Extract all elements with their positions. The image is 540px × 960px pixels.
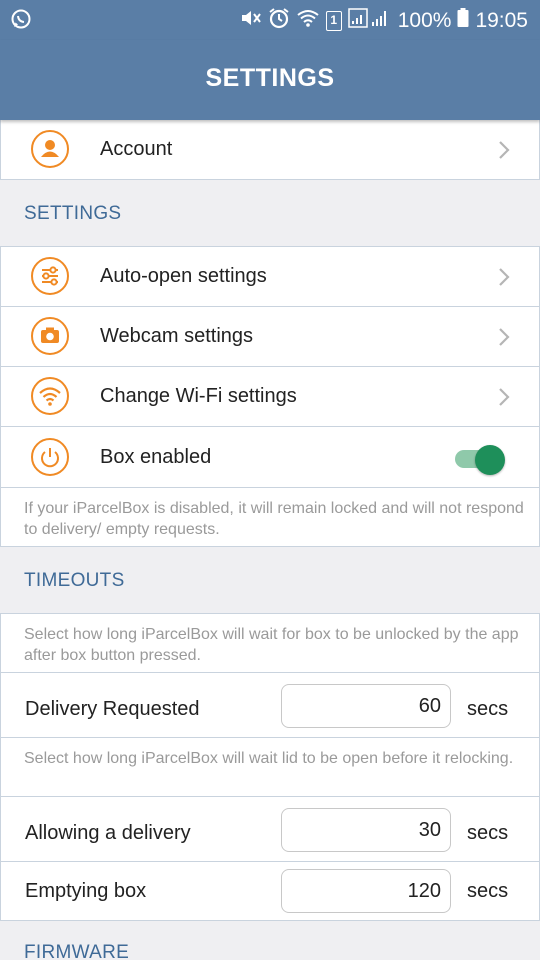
chevron-right-icon [499, 141, 510, 159]
box-enabled-hint-text: If your iParcelBox is disabled, it will … [24, 500, 524, 538]
power-icon [31, 438, 69, 476]
wifi-icon [296, 8, 320, 34]
delivery-requested-label: Delivery Requested [25, 698, 200, 720]
clock: 19:05 [475, 9, 528, 32]
wifi-settings-label: Change Wi-Fi settings [100, 385, 297, 407]
delivery-requested-unit: secs [467, 698, 509, 720]
box-enabled-label: Box enabled [100, 446, 212, 468]
whatsapp-icon [10, 8, 32, 35]
box-enabled-toggle[interactable] [455, 445, 507, 475]
webcam-settings-label: Webcam settings [100, 325, 254, 347]
timeout-hint-lid-text: Select how long iParcelBox will wait lid… [24, 750, 514, 767]
status-bar: 1 100% 19:05 [0, 0, 540, 40]
firmware-section-header: FIRMWARE [24, 942, 130, 960]
toggle-knob [475, 445, 505, 475]
chevron-right-icon [499, 328, 510, 346]
allowing-delivery-row: Allowing a delivery secs [0, 796, 540, 862]
sliders-icon [31, 257, 69, 295]
allowing-delivery-input[interactable] [281, 808, 451, 852]
chevron-right-icon [499, 388, 510, 406]
webcam-settings-row[interactable]: Webcam settings [0, 306, 540, 367]
account-row[interactable]: Account [0, 118, 540, 180]
emptying-box-row: Emptying box secs [0, 861, 540, 921]
box-enabled-row: Box enabled [0, 426, 540, 488]
timeouts-section-header: TIMEOUTS [24, 570, 125, 591]
timeout-hint-lid: Select how long iParcelBox will wait lid… [0, 737, 540, 797]
box-enabled-hint: If your iParcelBox is disabled, it will … [0, 487, 540, 547]
signal-icon [347, 8, 392, 34]
battery-icon [457, 8, 469, 34]
settings-section-header: SETTINGS [24, 203, 122, 224]
auto-open-settings-label: Auto-open settings [100, 265, 267, 287]
allowing-delivery-label: Allowing a delivery [25, 822, 191, 844]
person-icon [31, 130, 69, 168]
timeout-hint-unlock-text: Select how long iParcelBox will wait for… [24, 626, 519, 664]
app-bar: SETTINGS [0, 40, 540, 120]
delivery-requested-row: Delivery Requested secs [0, 672, 540, 738]
camera-icon [31, 317, 69, 355]
wifi-settings-row[interactable]: Change Wi-Fi settings [0, 366, 540, 427]
emptying-box-unit: secs [467, 880, 509, 902]
chevron-right-icon [499, 268, 510, 286]
timeout-hint-unlock: Select how long iParcelBox will wait for… [0, 613, 540, 673]
mute-icon [240, 8, 262, 34]
sim-icon: 1 [325, 11, 342, 31]
allowing-delivery-unit: secs [467, 822, 509, 844]
battery-percent: 100% [397, 9, 452, 32]
page-title: SETTINGS [205, 64, 335, 92]
alarm-icon [268, 7, 290, 35]
emptying-box-label: Emptying box [25, 880, 147, 902]
auto-open-settings-row[interactable]: Auto-open settings [0, 246, 540, 307]
delivery-requested-input[interactable] [281, 684, 451, 728]
wifi-icon [31, 377, 69, 415]
account-label: Account [100, 138, 173, 160]
emptying-box-input[interactable] [281, 869, 451, 913]
